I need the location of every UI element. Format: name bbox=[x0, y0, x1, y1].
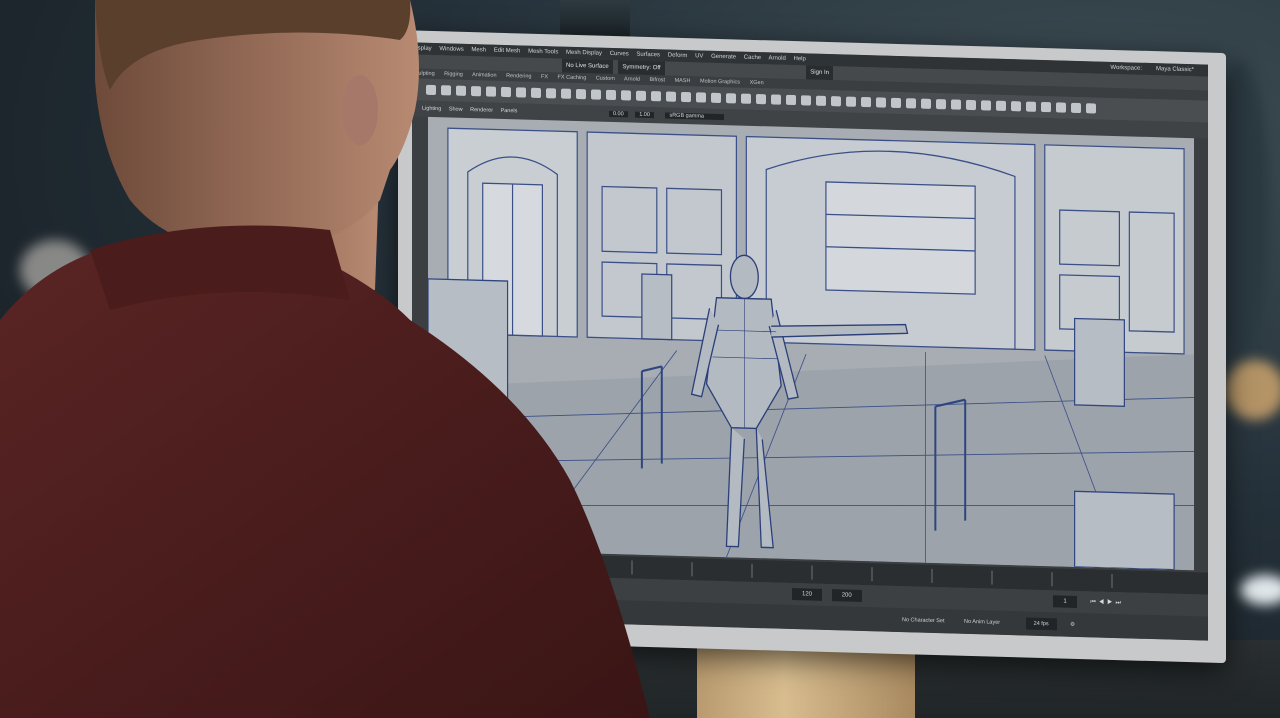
polygon-primitive-icon[interactable] bbox=[771, 94, 781, 105]
ear bbox=[342, 75, 378, 145]
polygon-primitive-icon[interactable] bbox=[726, 93, 736, 104]
background-light bbox=[1240, 575, 1280, 605]
polygon-primitive-icon[interactable] bbox=[966, 99, 976, 111]
character-set-dropdown[interactable]: No Character Set bbox=[902, 617, 945, 624]
polygon-primitive-icon[interactable] bbox=[1071, 102, 1081, 114]
polygon-primitive-icon[interactable] bbox=[906, 98, 916, 109]
polygon-primitive-icon[interactable] bbox=[801, 95, 811, 106]
shelf-tab-xgen[interactable]: XGen bbox=[750, 80, 764, 86]
play-forward-icon[interactable]: ⏮◀▶⏭ bbox=[1090, 599, 1124, 606]
polygon-primitive-icon[interactable] bbox=[816, 95, 826, 106]
polygon-primitive-icon[interactable] bbox=[921, 98, 931, 109]
polygon-primitive-icon[interactable] bbox=[936, 99, 946, 110]
anim-layer-dropdown[interactable]: No Anim Layer bbox=[964, 619, 1000, 626]
channel-box-tab[interactable] bbox=[1196, 138, 1208, 571]
person-foreground bbox=[0, 0, 650, 718]
menu-cache[interactable]: Cache bbox=[744, 55, 761, 61]
photo-scene: Display Windows Mesh Edit Mesh Mesh Tool… bbox=[0, 0, 1280, 718]
polygon-primitive-icon[interactable] bbox=[786, 94, 796, 106]
polygon-primitive-icon[interactable] bbox=[876, 97, 886, 108]
polygon-primitive-icon[interactable] bbox=[951, 99, 961, 110]
fps-dropdown[interactable]: 24 fps bbox=[1025, 617, 1057, 631]
polygon-primitive-icon[interactable] bbox=[981, 100, 991, 111]
polygon-primitive-icon[interactable] bbox=[861, 96, 871, 108]
polygon-primitive-icon[interactable] bbox=[996, 100, 1006, 111]
range-start-field[interactable]: 120 bbox=[792, 588, 823, 601]
polygon-primitive-icon[interactable] bbox=[741, 93, 751, 104]
background-light bbox=[1225, 360, 1280, 420]
current-frame-field[interactable]: 1 bbox=[1053, 595, 1077, 608]
range-end-field[interactable]: 200 bbox=[831, 589, 862, 602]
polygon-primitive-icon[interactable] bbox=[1011, 101, 1021, 112]
polygon-primitive-icon[interactable] bbox=[1041, 101, 1051, 113]
polygon-primitive-icon[interactable] bbox=[846, 96, 856, 107]
menu-help[interactable]: Help bbox=[794, 56, 806, 62]
polygon-primitive-icon[interactable] bbox=[891, 97, 901, 109]
sign-in-button[interactable]: Sign In bbox=[806, 65, 833, 81]
workspace-select[interactable]: Maya Classic* bbox=[1156, 63, 1194, 76]
polygon-primitive-icon[interactable] bbox=[756, 93, 766, 105]
shirt bbox=[0, 250, 650, 718]
settings-icon[interactable]: ⚙ bbox=[1070, 622, 1075, 628]
polygon-primitive-icon[interactable] bbox=[1056, 102, 1066, 113]
polygon-primitive-icon[interactable] bbox=[1086, 103, 1096, 114]
menu-arnold[interactable]: Arnold bbox=[768, 55, 785, 61]
workspace-label: Workspace: bbox=[1110, 64, 1142, 72]
polygon-primitive-icon[interactable] bbox=[831, 96, 841, 107]
polygon-primitive-icon[interactable] bbox=[1026, 101, 1036, 112]
